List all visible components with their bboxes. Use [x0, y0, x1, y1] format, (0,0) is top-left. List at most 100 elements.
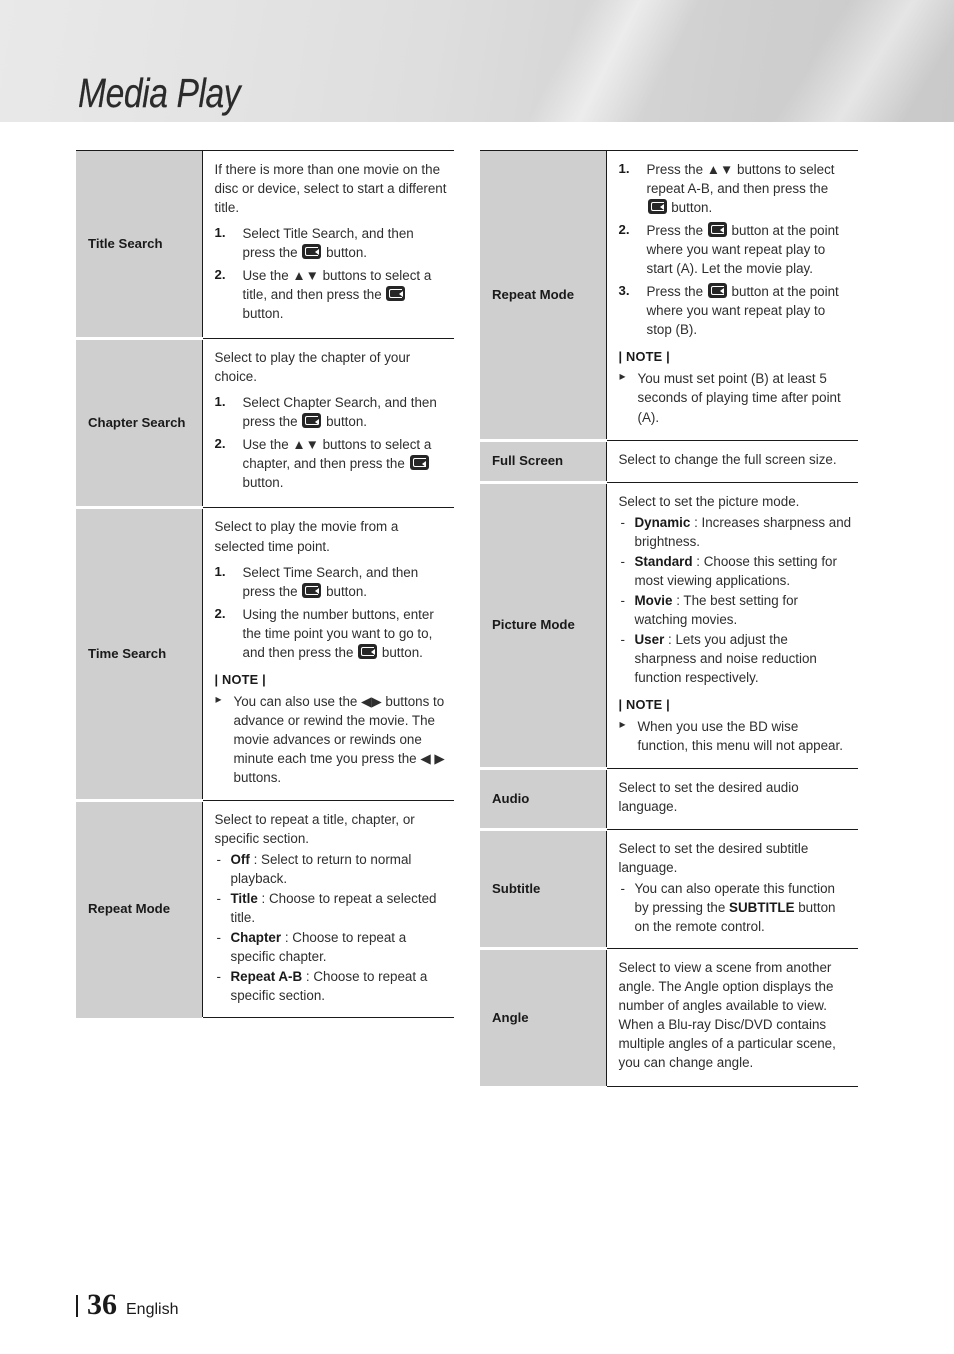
step-text: Use the ▲▼ buttons to select a chapter, …: [242, 437, 432, 472]
option-item: Title : Choose to repeat a selected titl…: [215, 889, 449, 927]
option-term: Repeat A-B: [230, 969, 303, 985]
note-list: When you use the BD wise function, this …: [619, 716, 853, 755]
option-item: Movie : The best setting for watching mo…: [619, 591, 853, 629]
table-row: Angle Select to view a scene from anothe…: [480, 947, 858, 1087]
option-term: Dynamic: [634, 514, 691, 530]
step-list: Select Time Search, and then press the b…: [215, 563, 449, 662]
table-row: Chapter Search Select to play the chapte…: [76, 337, 454, 508]
row-label-full-screen: Full Screen: [480, 438, 606, 483]
enter-select-button-icon: [647, 199, 667, 215]
step-item: Press the ▲▼ buttons to select repeat A-…: [619, 160, 853, 217]
row-label-angle: Angle: [480, 947, 606, 1086]
step-text: Press the: [646, 284, 704, 300]
step-text: Press the: [646, 223, 704, 239]
subtitle-button-name: SUBTITLE: [729, 900, 795, 916]
page-footer: 36 English: [76, 1290, 178, 1320]
option-item: User : Lets you adjust the sharpness and…: [619, 630, 853, 687]
row-description-chapter-search: Select to play the chapter of your choic…: [201, 338, 454, 508]
table-row: Audio Select to set the desired audio la…: [480, 767, 858, 830]
step-item: Select Title Search, and then press the …: [215, 224, 449, 262]
right-column: Repeat Mode Press the ▲▼ buttons to sele…: [480, 150, 858, 1087]
note-item: You can also use the ◀▶ buttons to advan…: [215, 691, 449, 787]
footer-divider-bar: [76, 1295, 78, 1317]
enter-select-button-icon: [707, 283, 727, 299]
step-text-post: button.: [242, 306, 284, 322]
note-heading: | NOTE |: [618, 349, 670, 365]
option-item: Repeat A-B : Choose to repeat a specific…: [215, 967, 449, 1005]
enter-select-button-icon: [386, 286, 406, 302]
row-description-time-search: Select to play the movie from a selected…: [201, 507, 454, 801]
step-item: Select Chapter Search, and then press th…: [215, 393, 449, 431]
option-item: Standard : Choose this setting for most …: [619, 552, 853, 590]
option-item: Dynamic : Increases sharpness and bright…: [619, 513, 853, 551]
enter-select-button-icon: [707, 222, 727, 238]
description-text: Select to view a scene from another angl…: [618, 960, 836, 1071]
description-text: Select to play the movie from a selected…: [214, 519, 399, 554]
description-text: Select to set the desired audio language…: [618, 780, 799, 815]
option-term: Title: [230, 891, 258, 907]
row-label-time-search: Time Search: [76, 506, 202, 801]
option-term: Standard: [634, 553, 693, 569]
step-text-post: button.: [326, 583, 368, 599]
option-text: : Choose to repeat a selected title.: [230, 891, 437, 926]
row-description-angle: Select to view a scene from another angl…: [605, 948, 858, 1087]
row-description-full-screen: Select to change the full screen size.: [605, 439, 858, 483]
row-label-repeat-mode: Repeat Mode: [76, 798, 202, 1018]
step-item: Use the ▲▼ buttons to select a chapter, …: [215, 435, 449, 492]
table-row: Picture Mode Select to set the picture m…: [480, 480, 858, 769]
step-text: Press the ▲▼ buttons to select repeat A-…: [646, 162, 835, 197]
description-text: Select to play the chapter of your choic…: [214, 350, 411, 385]
step-item: Select Time Search, and then press the b…: [215, 563, 449, 601]
step-list: Select Title Search, and then press the …: [215, 224, 449, 323]
note-heading: | NOTE |: [618, 696, 670, 712]
left-column: Title Search If there is more than one m…: [76, 149, 454, 1019]
footer-language: English: [126, 1301, 179, 1318]
row-description-picture-mode: Select to set the picture mode. Dynamic …: [605, 481, 858, 769]
row-description-subtitle: Select to set the desired subtitle langu…: [605, 829, 858, 949]
row-label-subtitle: Subtitle: [480, 828, 606, 949]
step-text-post: button.: [326, 414, 368, 430]
row-description-repeat-mode: Select to repeat a title, chapter, or sp…: [201, 799, 454, 1019]
table-row: Full Screen Select to change the full sc…: [480, 438, 858, 483]
step-item: Press the button at the point where you …: [619, 221, 853, 278]
option-item: Chapter : Choose to repeat a specific ch…: [215, 928, 449, 966]
table-row: Title Search If there is more than one m…: [76, 149, 454, 339]
table-row: Time Search Select to play the movie fro…: [76, 506, 454, 801]
row-label-title-search: Title Search: [76, 150, 202, 339]
option-item: You can also operate this function by pr…: [619, 879, 853, 936]
step-text-post: button.: [242, 475, 284, 491]
enter-select-button-icon: [409, 455, 429, 471]
step-list: Select Chapter Search, and then press th…: [215, 393, 449, 492]
table-row: Subtitle Select to set the desired subti…: [480, 828, 858, 949]
step-text-post: button.: [326, 245, 368, 261]
option-list: Off : Select to return to normal playbac…: [215, 850, 449, 1005]
step-list: Press the ▲▼ buttons to select repeat A-…: [619, 160, 853, 339]
step-item: Press the button at the point where you …: [619, 282, 853, 339]
enter-select-button-icon: [302, 244, 322, 260]
option-list: Dynamic : Increases sharpness and bright…: [619, 513, 853, 687]
step-item: Using the number buttons, enter the time…: [215, 605, 449, 662]
row-label-picture-mode: Picture Mode: [480, 480, 606, 769]
step-text-post: button.: [381, 644, 423, 660]
enter-select-button-icon: [358, 643, 378, 659]
option-term: User: [634, 631, 665, 647]
enter-select-button-icon: [302, 413, 322, 429]
table-row: Repeat Mode Select to repeat a title, ch…: [76, 798, 454, 1019]
page-title: Media Play: [78, 70, 241, 116]
step-text-post: button.: [671, 200, 713, 216]
option-term: Off: [230, 852, 250, 868]
note-list: You can also use the ◀▶ buttons to advan…: [215, 691, 449, 787]
description-text: Select to set the picture mode.: [618, 493, 800, 509]
row-label-repeat-mode: Repeat Mode: [480, 150, 606, 441]
row-description-repeat-mode: Press the ▲▼ buttons to select repeat A-…: [605, 150, 858, 441]
row-description-audio: Select to set the desired audio language…: [605, 768, 858, 830]
note-item: When you use the BD wise function, this …: [619, 716, 853, 755]
option-item: Off : Select to return to normal playbac…: [215, 850, 449, 888]
description-text: Select to change the full screen size.: [618, 451, 837, 467]
row-description-title-search: If there is more than one movie on the d…: [201, 149, 454, 339]
row-label-chapter-search: Chapter Search: [76, 337, 202, 508]
enter-select-button-icon: [302, 582, 322, 598]
page-number: 36: [87, 1288, 117, 1321]
option-term: Chapter: [230, 930, 282, 946]
note-item: You must set point (B) at least 5 second…: [619, 368, 853, 426]
